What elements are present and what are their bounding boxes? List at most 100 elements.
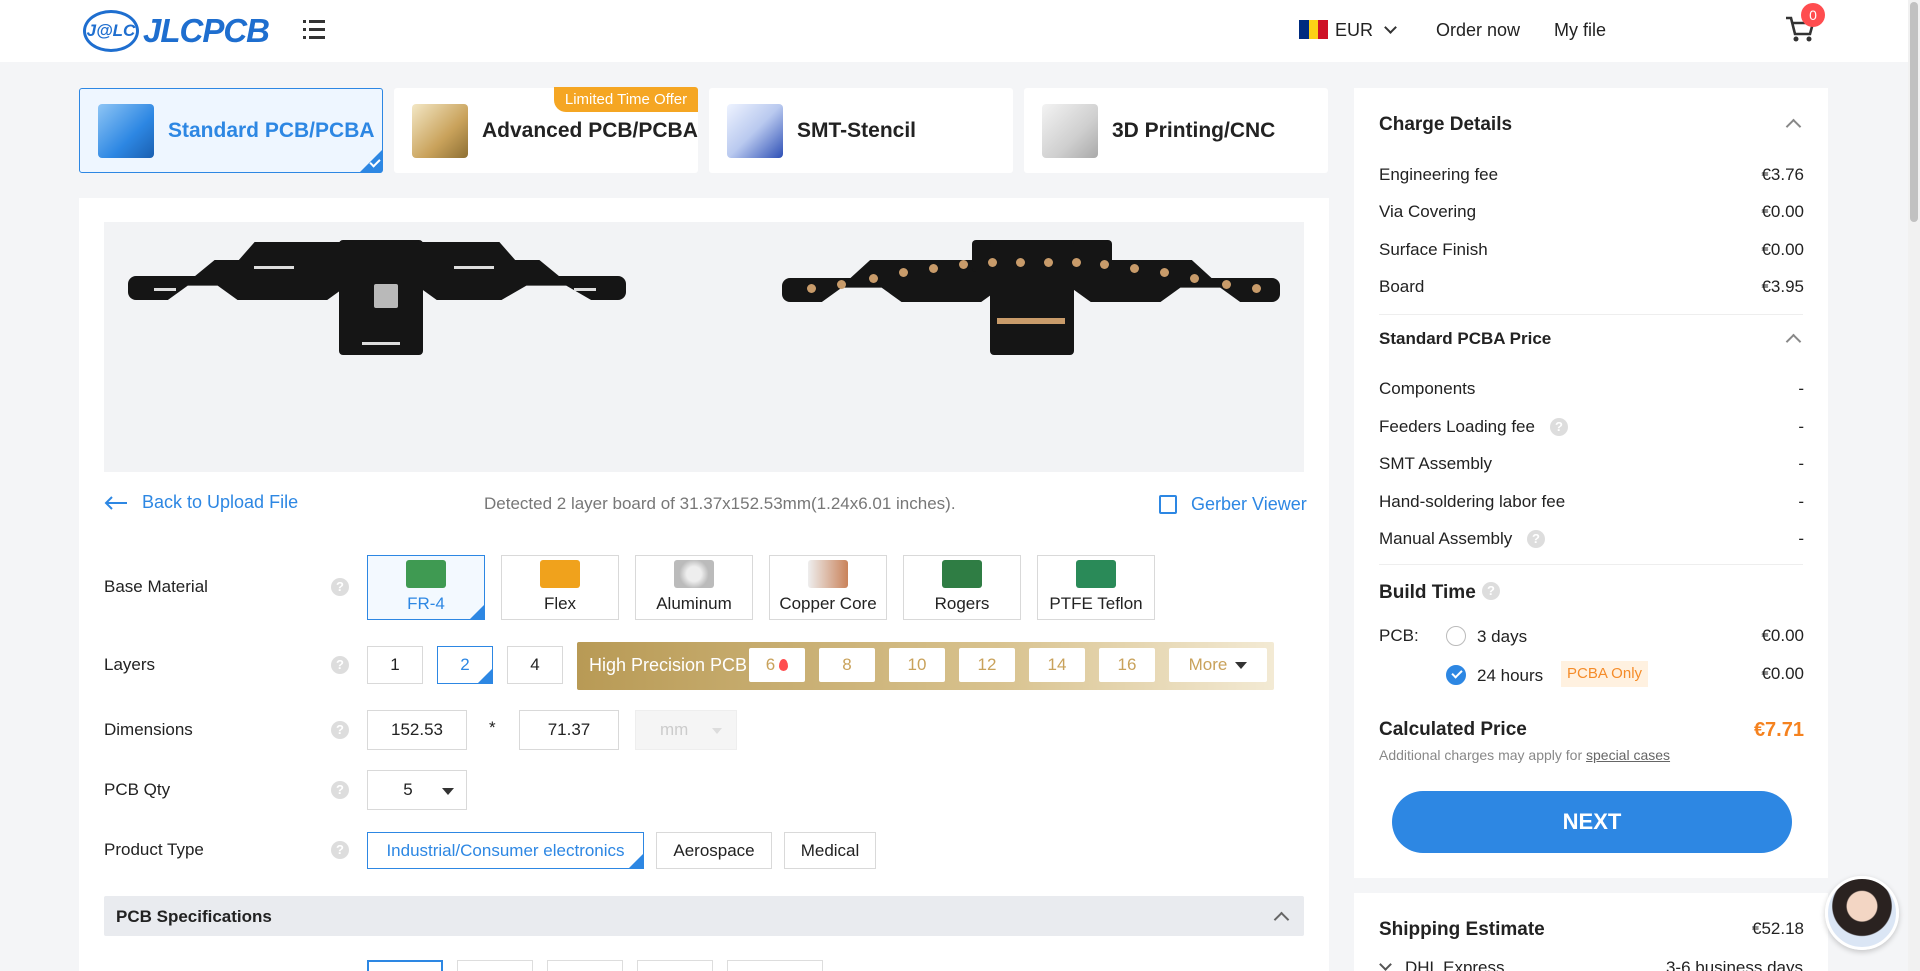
- currency-selector[interactable]: EUR: [1335, 20, 1397, 41]
- charge-item-label: Engineering fee: [1379, 165, 1499, 184]
- cart-count-badge: 0: [1801, 3, 1825, 27]
- spec-option-partial[interactable]: [547, 960, 623, 971]
- build-3days-radio[interactable]: [1446, 626, 1466, 646]
- logo-text: JLCPCB: [143, 12, 270, 49]
- divider: [1379, 564, 1803, 565]
- pcba-item-label: Manual Assembly: [1379, 529, 1513, 548]
- spec-option-partial[interactable]: [457, 960, 533, 971]
- support-chat-avatar[interactable]: [1825, 876, 1899, 950]
- layer-option-4[interactable]: 4: [507, 646, 563, 684]
- pcba-item-label: Feeders Loading fee: [1379, 417, 1535, 436]
- arrow-left-icon: [104, 495, 127, 510]
- page-scrollbar[interactable]: [1908, 0, 1920, 971]
- help-icon[interactable]: ?: [1482, 582, 1500, 600]
- pcb-specifications-title: PCB Specifications: [116, 907, 272, 926]
- help-icon[interactable]: ?: [331, 721, 349, 739]
- pcba-item-value: -: [1798, 417, 1804, 436]
- product-type-aerospace[interactable]: Aerospace: [656, 832, 772, 869]
- caret-down-icon: [442, 788, 454, 795]
- material-aluminum-label: Aluminum: [656, 594, 732, 613]
- help-icon[interactable]: ?: [331, 656, 349, 674]
- high-precision-label: High Precision PCB: [589, 655, 748, 675]
- logo-badge: J@LC: [83, 10, 139, 52]
- dimension-unit-select[interactable]: mm: [635, 710, 737, 750]
- tab-smt-stencil[interactable]: SMT-Stencil: [709, 88, 1013, 173]
- layer-option-8[interactable]: 8: [819, 648, 875, 682]
- gerber-viewer-link[interactable]: Gerber Viewer: [1159, 494, 1307, 515]
- divider: [1379, 314, 1803, 315]
- layer-option-12[interactable]: 12: [959, 648, 1015, 682]
- spec-option-partial[interactable]: [637, 960, 713, 971]
- pcb-qty-select[interactable]: 5: [367, 770, 467, 810]
- aluminum-icon: [674, 560, 714, 588]
- layer-option-1[interactable]: 1: [367, 646, 423, 684]
- layer-option-10[interactable]: 10: [889, 648, 945, 682]
- unit-label: mm: [660, 720, 689, 739]
- tab-3d-printing-label: 3D Printing/CNC: [1112, 118, 1276, 142]
- pcb-qty-value: 5: [403, 780, 413, 799]
- help-icon[interactable]: ?: [1527, 530, 1545, 548]
- layer-option-14[interactable]: 14: [1029, 648, 1085, 682]
- currency-label: EUR: [1335, 20, 1374, 40]
- next-button[interactable]: NEXT: [1392, 791, 1792, 853]
- pcb-preview: [104, 222, 1304, 472]
- fire-icon: [779, 659, 789, 671]
- layers-more-dropdown[interactable]: More: [1169, 648, 1267, 682]
- tab-standard-pcb[interactable]: Standard PCB/PCBA: [79, 88, 383, 173]
- pcba-item-value: -: [1798, 492, 1804, 511]
- layer-option-2[interactable]: 2: [437, 646, 493, 684]
- gerber-viewer-label: Gerber Viewer: [1191, 494, 1307, 514]
- jlcpcb-logo[interactable]: J@LC JLCPCB: [83, 10, 270, 52]
- tab-smt-stencil-label: SMT-Stencil: [797, 118, 917, 142]
- material-copper-core[interactable]: Copper Core: [769, 555, 887, 620]
- help-icon[interactable]: ?: [1550, 418, 1568, 436]
- material-flex-label: Flex: [543, 594, 577, 613]
- layer-option-16[interactable]: 16: [1099, 648, 1155, 682]
- chevron-down-icon: [1384, 21, 1397, 34]
- material-aluminum[interactable]: Aluminum: [635, 555, 753, 620]
- charge-details-title: Charge Details: [1379, 114, 1513, 135]
- menu-icon[interactable]: [303, 20, 325, 40]
- pcb-build-label: PCB:: [1379, 626, 1419, 645]
- tab-standard-pcb-label: Standard PCB/PCBA: [168, 118, 375, 142]
- material-rogers[interactable]: Rogers: [903, 555, 1021, 620]
- shipping-method-row[interactable]: DHL Express 3-6 business days: [1379, 958, 1803, 971]
- material-flex[interactable]: Flex: [501, 555, 619, 620]
- chevron-down-icon: [1379, 958, 1392, 971]
- flex-icon: [540, 560, 580, 588]
- product-type-industrial[interactable]: Industrial/Consumer electronics: [367, 832, 644, 869]
- scrollbar-thumb[interactable]: [1910, 2, 1918, 222]
- pcb-specifications-header[interactable]: [104, 896, 1304, 936]
- limited-time-badge: Limited Time Offer: [554, 87, 698, 112]
- help-icon[interactable]: ?: [331, 781, 349, 799]
- detected-board-info: Detected 2 layer board of 31.37x152.53mm…: [484, 494, 956, 513]
- material-fr4[interactable]: FR-4: [367, 555, 485, 620]
- build-option-value: €0.00: [1761, 664, 1804, 683]
- help-icon[interactable]: ?: [331, 841, 349, 859]
- pcba-item-label: SMT Assembly: [1379, 454, 1493, 473]
- pcba-price-title: Standard PCBA Price: [1379, 329, 1552, 348]
- tab-3d-printing[interactable]: 3D Printing/CNC: [1024, 88, 1328, 173]
- calculated-price-value: €7.71: [1753, 719, 1804, 741]
- layer-option-6-label: 6: [765, 655, 776, 674]
- romania-flag-icon[interactable]: [1299, 20, 1329, 39]
- special-cases-link[interactable]: special cases: [1586, 747, 1670, 763]
- material-rogers-label: Rogers: [934, 594, 990, 613]
- pcba-item-label: Hand-soldering labor fee: [1379, 492, 1566, 511]
- material-ptfe-teflon[interactable]: PTFE Teflon: [1037, 555, 1155, 620]
- dimension-height-input[interactable]: 71.37: [519, 710, 619, 750]
- my-file-link[interactable]: My file: [1554, 20, 1606, 41]
- selected-check-icon: [360, 150, 382, 172]
- product-type-medical[interactable]: Medical: [784, 832, 876, 869]
- spec-option-partial[interactable]: [367, 960, 443, 971]
- build-24hours-radio[interactable]: [1446, 665, 1466, 685]
- spec-option-partial[interactable]: [727, 960, 823, 971]
- order-now-link[interactable]: Order now: [1436, 20, 1520, 41]
- dimension-width-input[interactable]: 152.53: [367, 710, 467, 750]
- layer-option-6[interactable]: 6: [749, 648, 805, 682]
- back-to-upload-link[interactable]: Back to Upload File: [104, 492, 298, 513]
- help-icon[interactable]: ?: [331, 578, 349, 596]
- build-option-label: 3 days: [1477, 627, 1528, 646]
- pcba-item-value: -: [1798, 529, 1804, 548]
- caret-down-icon: [712, 728, 722, 734]
